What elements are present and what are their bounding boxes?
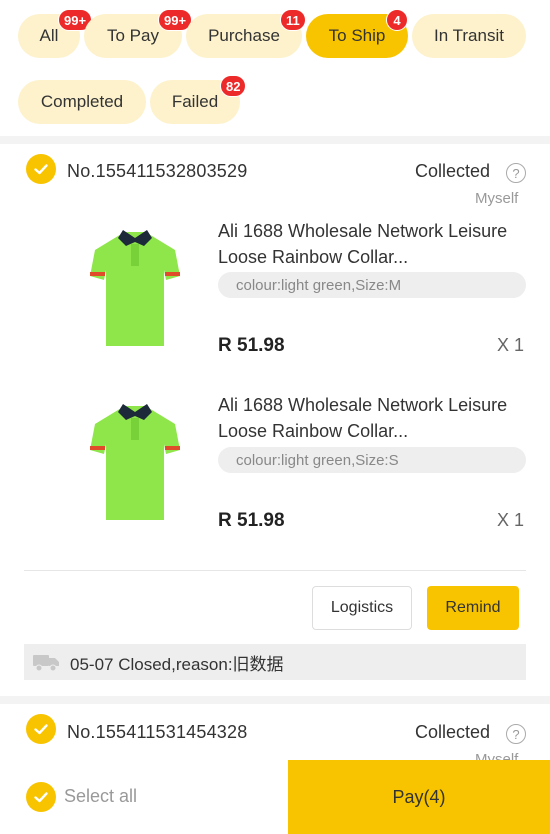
order-status-tabs: All 99+ To Pay 99+ Purchase 11 To Ship 4… — [0, 0, 550, 136]
question-circle-icon[interactable]: ? — [506, 163, 526, 183]
green-polo-shirt-image — [90, 404, 180, 520]
product-spec: colour:light green,Size:S — [218, 447, 526, 473]
remind-button[interactable]: Remind — [427, 586, 519, 630]
tab-label: All — [39, 26, 59, 45]
select-all-area: Select all — [0, 758, 288, 834]
tab-label: Purchase — [208, 26, 280, 45]
order-status: Collected — [415, 722, 491, 742]
tab-label: To Ship — [328, 26, 386, 45]
pay-button[interactable]: Pay(4) — [288, 760, 550, 834]
tab-label: Failed — [171, 92, 219, 111]
bottom-bar: Select all Pay(4) — [0, 758, 550, 834]
closed-reason: 05-07 Closed,reason:旧数据 — [70, 654, 284, 674]
tab-badge: 4 — [386, 9, 408, 31]
question-circle-icon[interactable]: ? — [506, 724, 526, 744]
select-all-label[interactable]: Select all — [64, 786, 137, 807]
green-polo-shirt-image — [90, 230, 180, 346]
collected-by: Myself — [475, 190, 519, 207]
order-status: Collected — [415, 161, 491, 181]
tab-completed[interactable]: Completed — [18, 80, 146, 124]
order-number: No.155411531454328 — [67, 722, 248, 742]
product-quantity: X 1 — [496, 510, 524, 530]
logistics-button[interactable]: Logistics — [312, 586, 412, 630]
product-quantity: X 1 — [496, 335, 524, 355]
product-name[interactable]: Ali 1688 Wholesale Network Leisure Loose… — [218, 218, 508, 270]
truck-icon — [33, 655, 59, 672]
tab-to-pay[interactable]: To Pay 99+ — [84, 9, 193, 58]
tab-all[interactable]: All 99+ — [18, 9, 93, 58]
orders-page: All 99+ To Pay 99+ Purchase 11 To Ship 4… — [0, 0, 550, 834]
tab-failed[interactable]: Failed 82 — [150, 75, 247, 124]
product-price: R 51.98 — [218, 335, 285, 356]
product-name[interactable]: Ali 1688 Wholesale Network Leisure Loose… — [218, 392, 508, 444]
tab-badge: 11 — [280, 9, 306, 31]
tab-to-ship[interactable]: To Ship 4 — [306, 9, 408, 58]
tab-label: Completed — [40, 92, 124, 111]
tab-in-transit[interactable]: In Transit — [412, 14, 526, 58]
order-number: No.155411532803529 — [67, 161, 248, 181]
check-circle-icon[interactable] — [26, 714, 56, 744]
tab-label: To Pay — [107, 26, 159, 45]
check-circle-icon[interactable] — [26, 154, 56, 184]
divider — [24, 570, 526, 571]
tab-badge: 82 — [220, 75, 247, 97]
product-price: R 51.98 — [218, 510, 285, 531]
select-all-check-icon[interactable] — [26, 782, 56, 812]
order-card: No.155411532803529 Collected ? Myself Al… — [0, 144, 550, 696]
closed-note: 05-07 Closed,reason:旧数据 — [24, 644, 526, 680]
tab-label: In Transit — [434, 26, 504, 45]
tab-purchase[interactable]: Purchase 11 — [186, 9, 306, 58]
product-spec: colour:light green,Size:M — [218, 272, 526, 298]
